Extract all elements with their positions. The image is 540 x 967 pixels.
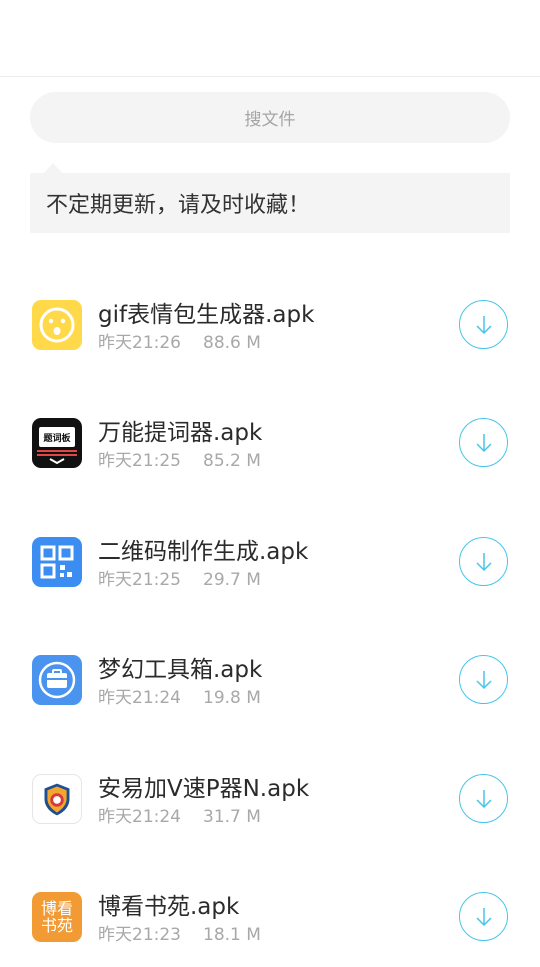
search-placeholder: 搜文件 xyxy=(244,110,296,130)
file-meta: 昨天21:26 88.6 M xyxy=(98,328,261,353)
download-arrow-icon xyxy=(475,552,492,571)
notice-text: 不定期更新，请及时收藏！ xyxy=(46,193,311,218)
file-row[interactable]: gif表情包生成器.apk 昨天21:26 88.6 M xyxy=(0,275,540,375)
file-name: gif表情包生成器.apk xyxy=(98,302,315,328)
file-time: 昨天21:25 xyxy=(98,570,181,590)
download-button[interactable] xyxy=(459,418,508,467)
teleprompter-label: 题词板 xyxy=(43,434,71,444)
notice-pointer xyxy=(44,163,62,173)
file-meta: 昨天21:25 85.2 M xyxy=(98,446,261,471)
book-logo-icon: 博看书苑 xyxy=(32,892,82,942)
file-size: 19.8 M xyxy=(203,688,261,708)
file-meta: 昨天21:24 31.7 M xyxy=(98,802,261,827)
file-meta: 昨天21:25 29.7 M xyxy=(98,565,261,590)
file-name: 梦幻工具箱.apk xyxy=(98,657,263,683)
download-arrow-icon xyxy=(475,670,492,689)
file-time: 昨天21:23 xyxy=(98,925,181,945)
file-time: 昨天21:26 xyxy=(98,333,181,353)
file-name: 二维码制作生成.apk xyxy=(98,539,309,565)
download-button[interactable] xyxy=(459,892,508,941)
file-time: 昨天21:24 xyxy=(98,688,181,708)
file-meta: 昨天21:23 18.1 M xyxy=(98,920,261,945)
shield-globe-icon xyxy=(32,774,82,824)
download-arrow-icon xyxy=(475,907,492,926)
qr-code-icon xyxy=(32,537,82,587)
toolbox-icon xyxy=(32,655,82,705)
download-button[interactable] xyxy=(459,300,508,349)
file-size: 31.7 M xyxy=(203,807,261,827)
file-row[interactable]: 二维码制作生成.apk 昨天21:25 29.7 M xyxy=(0,512,540,612)
file-name: 安易加V速P器N.apk xyxy=(98,776,310,802)
file-time: 昨天21:25 xyxy=(98,451,181,471)
download-button[interactable] xyxy=(459,774,508,823)
file-time: 昨天21:24 xyxy=(98,807,181,827)
teleprompter-icon: 题词板 xyxy=(32,418,82,468)
notice-banner: 不定期更新，请及时收藏！ xyxy=(30,173,510,233)
file-row[interactable]: 题词板 万能提词器.apk 昨天21:25 85.2 M xyxy=(0,393,540,493)
book-logo-text: 博看书苑 xyxy=(40,899,73,935)
download-arrow-icon xyxy=(475,433,492,452)
file-name: 博看书苑.apk xyxy=(98,894,240,920)
download-arrow-icon xyxy=(475,789,492,808)
file-size: 85.2 M xyxy=(203,451,261,471)
file-size: 18.1 M xyxy=(203,925,261,945)
top-bar xyxy=(0,0,540,77)
search-input[interactable]: 搜文件 xyxy=(30,92,510,143)
file-name: 万能提词器.apk xyxy=(98,420,263,446)
file-row[interactable]: 博看书苑 博看书苑.apk 昨天21:23 18.1 M xyxy=(0,867,540,967)
download-button[interactable] xyxy=(459,655,508,704)
file-meta: 昨天21:24 19.8 M xyxy=(98,683,261,708)
file-row[interactable]: 梦幻工具箱.apk 昨天21:24 19.8 M xyxy=(0,630,540,730)
file-size: 29.7 M xyxy=(203,570,261,590)
download-button[interactable] xyxy=(459,537,508,586)
file-size: 88.6 M xyxy=(203,333,261,353)
download-arrow-icon xyxy=(475,315,492,334)
file-row[interactable]: 安易加V速P器N.apk 昨天21:24 31.7 M xyxy=(0,749,540,849)
emoji-face-icon xyxy=(32,300,82,350)
